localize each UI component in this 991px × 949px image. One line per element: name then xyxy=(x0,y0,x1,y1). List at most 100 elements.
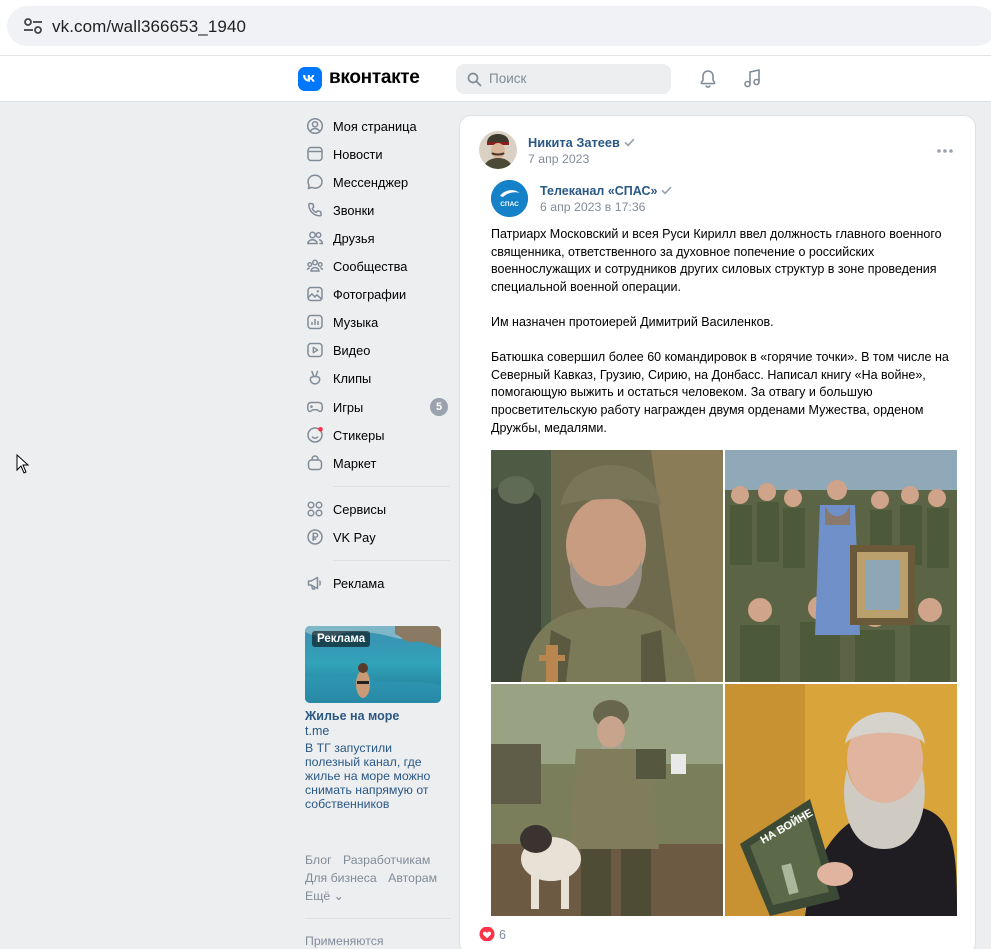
site-settings-icon[interactable] xyxy=(23,17,43,35)
nav-label: Видео xyxy=(333,342,371,358)
address-bar[interactable]: vk.com/wall366653_1940 xyxy=(7,6,991,46)
nav-services[interactable]: Сервисы xyxy=(304,495,450,523)
heart-like-icon[interactable] xyxy=(479,927,495,941)
post-author[interactable]: Никита Затеев xyxy=(528,135,635,150)
nav-label: Сообщества xyxy=(333,258,408,274)
search-icon xyxy=(467,72,482,87)
nav-market[interactable]: Маркет xyxy=(304,449,450,477)
post-text: Патриарх Московский и всея Руси Кирилл в… xyxy=(491,226,951,455)
footer-applied-text: Применяются xyxy=(305,934,384,948)
verified-check-icon xyxy=(662,186,672,195)
footer-link-more[interactable]: Ещё ⌄ xyxy=(305,889,344,903)
nav-stickers[interactable]: Стикеры xyxy=(304,421,450,449)
ad-domain[interactable]: t.me xyxy=(305,724,329,738)
vk-logo-icon[interactable] xyxy=(298,67,322,91)
ad-image[interactable]: Реклама xyxy=(305,626,441,703)
footer-link-developers[interactable]: Разработчикам xyxy=(343,853,430,867)
nav-messenger[interactable]: Мессенджер xyxy=(304,168,450,196)
nav-vk-pay[interactable]: VK Pay xyxy=(304,523,450,551)
nav-news[interactable]: Новости xyxy=(304,140,450,168)
photo-priest-reading-book: НА ВОЙНЕ xyxy=(725,684,957,916)
nav-label: Стикеры xyxy=(333,427,385,443)
nav-my-page[interactable]: Моя страница xyxy=(304,112,450,140)
nav-label: Музыка xyxy=(333,314,379,330)
vk-logo-text[interactable]: вконтакте xyxy=(329,67,420,89)
browser-toolbar: vk.com/wall366653_1940 xyxy=(0,0,991,56)
repost-author[interactable]: Телеканал «СПАС» xyxy=(540,184,672,198)
repost-date[interactable]: 6 апр 2023 в 17:36 xyxy=(540,200,646,214)
post-photo[interactable]: НА ВОЙНЕ xyxy=(725,684,957,916)
nav-clips[interactable]: Клипы xyxy=(304,364,450,392)
nav-label: Клипы xyxy=(333,370,372,386)
search-placeholder: Поиск xyxy=(489,71,527,86)
ad-title[interactable]: Жилье на море xyxy=(305,709,399,723)
nav-label: Моя страница xyxy=(333,118,417,134)
footer-divider xyxy=(305,918,451,919)
clips-icon xyxy=(309,370,321,385)
wall-post: Никита Затеев 7 апр 2023 СПАС Телеканал … xyxy=(459,115,976,949)
user-circle-icon xyxy=(306,117,324,135)
spas-logo-text: СПАС xyxy=(500,201,519,208)
post-author-name[interactable]: Никита Затеев xyxy=(528,135,620,150)
repost-avatar[interactable]: СПАС xyxy=(491,180,528,217)
footer-link-blog[interactable]: Блог xyxy=(305,853,332,867)
bell-icon[interactable] xyxy=(697,68,719,90)
nav-photos[interactable]: Фотографии xyxy=(304,280,450,308)
footer-links: Блог Разработчикам Для бизнеса Авторам Е… xyxy=(305,851,451,905)
spas-logo-icon: СПАС xyxy=(491,180,528,217)
url-text[interactable]: vk.com/wall366653_1940 xyxy=(52,17,246,37)
newspaper-icon xyxy=(307,146,323,162)
photo-soldiers-with-icon xyxy=(725,450,957,682)
music-icon xyxy=(307,314,323,330)
post-photo[interactable] xyxy=(491,450,723,682)
games-count-badge: 5 xyxy=(430,398,448,416)
services-icon xyxy=(307,501,323,517)
phone-icon xyxy=(308,202,322,217)
photo-icon xyxy=(307,286,323,302)
search-input[interactable]: Поиск xyxy=(456,64,671,94)
repost-author-name[interactable]: Телеканал «СПАС» xyxy=(540,184,657,198)
video-icon xyxy=(307,342,323,358)
nav-label: Мессенджер xyxy=(333,174,409,190)
ruble-icon xyxy=(307,529,323,545)
nav-label: Звонки xyxy=(333,202,375,218)
nav-friends[interactable]: Друзья xyxy=(304,224,450,252)
nav-ads[interactable]: Реклама xyxy=(304,569,450,597)
post-paragraph: Батюшка совершил более 60 командировок в… xyxy=(491,350,949,435)
friends-icon xyxy=(307,231,324,245)
nav-label: VK Pay xyxy=(333,529,376,545)
chat-bubble-icon xyxy=(307,174,323,190)
like-count: 6 xyxy=(499,928,506,942)
nav-games[interactable]: Игры 5 xyxy=(304,393,450,421)
footer-link-authors[interactable]: Авторам xyxy=(388,871,437,885)
more-options-icon[interactable] xyxy=(937,149,953,153)
nav-calls[interactable]: Звонки xyxy=(304,196,450,224)
communities-icon xyxy=(306,259,324,272)
photo-priest-with-dog xyxy=(491,684,723,916)
bag-icon xyxy=(307,455,323,471)
nav-communities[interactable]: Сообщества xyxy=(304,252,450,280)
nav-label: Сервисы xyxy=(333,501,387,517)
footer-link-business[interactable]: Для бизнеса xyxy=(305,871,377,885)
music-note-icon[interactable] xyxy=(741,67,763,89)
ad-tag: Реклама xyxy=(312,631,371,647)
post-paragraph: Патриарх Московский и всея Руси Кирилл в… xyxy=(491,227,942,294)
photo-priest-in-helmet xyxy=(491,450,723,682)
nav-divider xyxy=(333,560,450,561)
nav-label: Реклама xyxy=(333,575,385,591)
nav-label: Друзья xyxy=(333,230,375,246)
ad-description[interactable]: В ТГ запустили полезный канал, где жилье… xyxy=(305,741,445,811)
megaphone-icon xyxy=(307,576,321,590)
post-photo[interactable] xyxy=(725,450,957,682)
verified-check-icon xyxy=(624,138,635,147)
nav-video[interactable]: Видео xyxy=(304,336,450,364)
post-date[interactable]: 7 апр 2023 xyxy=(528,152,589,166)
nav-divider xyxy=(333,486,450,487)
author-avatar[interactable] xyxy=(479,131,517,169)
vk-header: вконтакте Поиск xyxy=(0,56,991,102)
post-photo[interactable] xyxy=(491,684,723,916)
mouse-cursor-icon xyxy=(16,454,30,474)
nav-music[interactable]: Музыка xyxy=(304,308,450,336)
nav-label: Новости xyxy=(333,146,383,162)
post-paragraph: Им назначен протоиерей Димитрий Василенк… xyxy=(491,314,774,329)
